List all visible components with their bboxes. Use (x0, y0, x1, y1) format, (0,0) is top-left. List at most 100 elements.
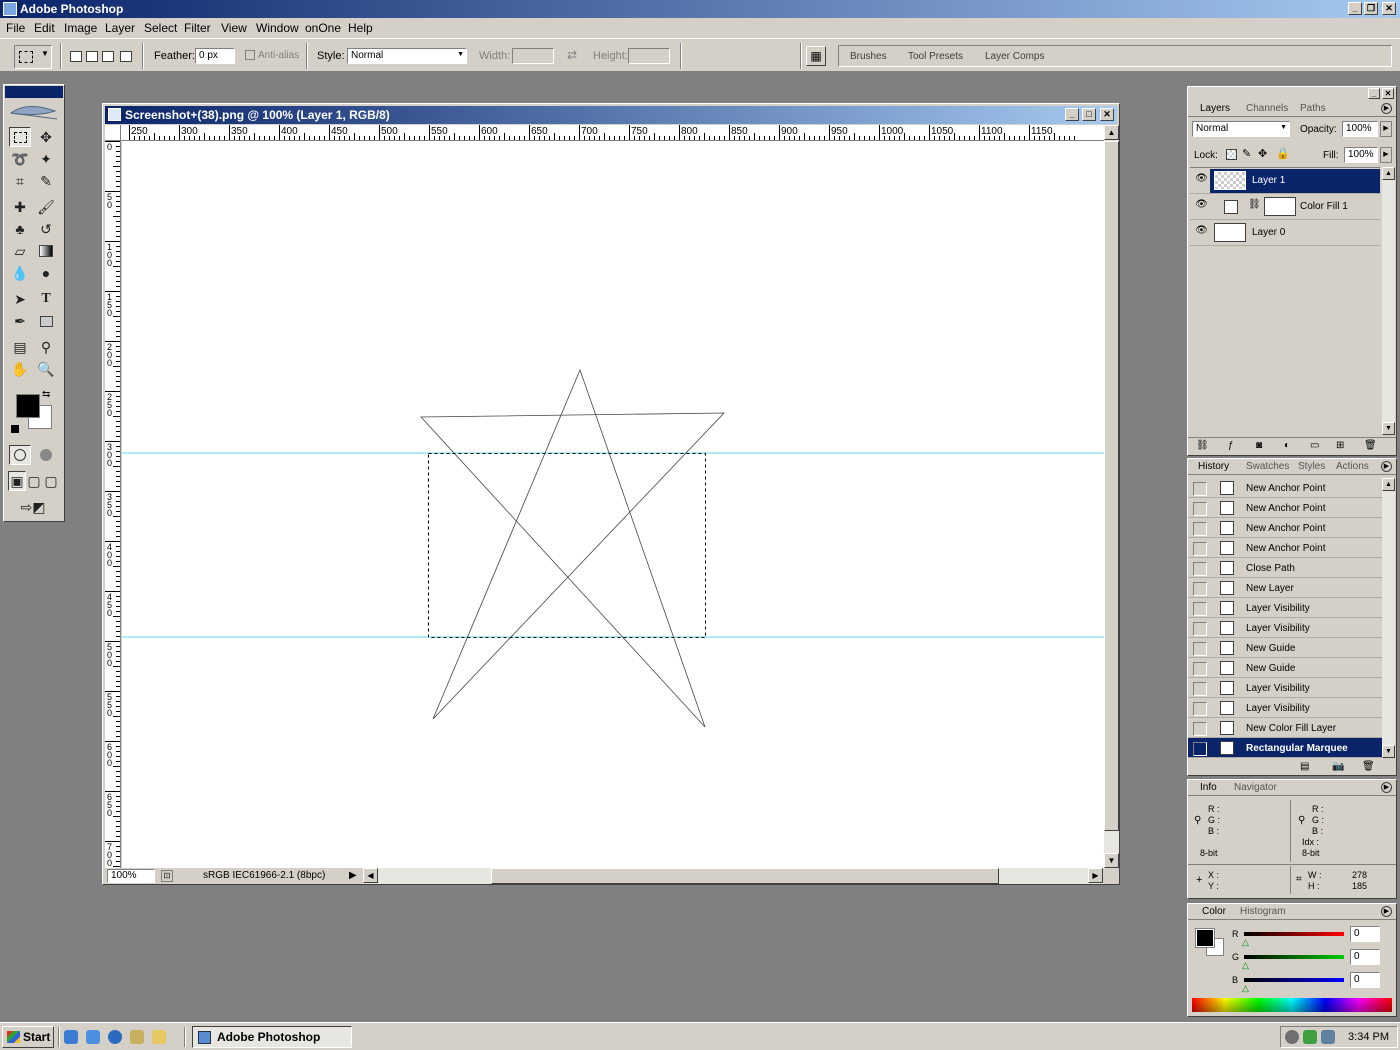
foreground-color-swatch-front[interactable] (16, 394, 40, 418)
antialias-checkbox[interactable] (245, 50, 255, 60)
tab-swatches[interactable]: Swatches (1246, 461, 1289, 472)
history-item[interactable]: Layer Visibility (1188, 698, 1382, 718)
blue-value-input[interactable]: 0 (1350, 972, 1380, 988)
vertical-scrollbar[interactable]: ▲ ▼ (1104, 125, 1119, 868)
history-item[interactable]: New Anchor Point (1188, 538, 1382, 558)
well-tab-tool-presets[interactable]: Tool Presets (908, 51, 963, 62)
link-layers-icon[interactable]: ⛓ (1196, 440, 1209, 451)
document-canvas[interactable] (122, 141, 1104, 868)
red-slider[interactable] (1244, 932, 1344, 936)
history-item[interactable]: New Guide (1188, 638, 1382, 658)
menu-edit[interactable]: Edit (34, 21, 55, 35)
pen-tool-icon[interactable]: ✒ (9, 311, 31, 331)
intersect-selection-icon[interactable] (120, 51, 132, 62)
gradient-tool-icon[interactable] (35, 241, 57, 261)
history-brush-tool-icon[interactable]: ↺ (35, 219, 57, 239)
minimize-icon[interactable]: _ (1348, 2, 1362, 15)
jump-to-imageready-icon[interactable]: ⇨◩ (9, 497, 57, 517)
fill-slider-arrow-icon[interactable]: ▶ (1380, 147, 1392, 163)
layer-row-color-fill-1[interactable]: 👁 ⛓ Color Fill 1 (1190, 194, 1380, 220)
folder-icon[interactable] (152, 1030, 166, 1044)
notes-tool-icon[interactable]: ▤ (9, 337, 31, 357)
tab-info[interactable]: Info (1200, 782, 1217, 793)
doc-maximize-icon[interactable]: □ (1082, 108, 1096, 121)
new-group-icon[interactable]: ▭ (1310, 440, 1319, 451)
history-item[interactable]: New Anchor Point (1188, 478, 1382, 498)
history-source-checkbox[interactable] (1193, 642, 1207, 656)
layers-scrollbar[interactable]: ▲ ▼ (1382, 167, 1395, 435)
add-mask-icon[interactable]: ◙ (1256, 440, 1262, 451)
palette-menu-icon[interactable]: ▶ (1381, 906, 1392, 917)
color-spectrum-ramp[interactable] (1192, 998, 1392, 1012)
history-source-checkbox[interactable] (1193, 682, 1207, 696)
palette-menu-icon[interactable]: ▶ (1381, 461, 1392, 472)
hand-tool-icon[interactable]: ✋ (9, 359, 31, 379)
document-title-bar[interactable]: Screenshot+(38).png @ 100% (Layer 1, RGB… (105, 106, 1117, 124)
opacity-slider-arrow-icon[interactable]: ▶ (1380, 121, 1392, 137)
blue-slider[interactable] (1244, 978, 1344, 982)
layer-style-icon[interactable]: ƒ (1228, 440, 1234, 451)
doc-minimize-icon[interactable]: _ (1065, 108, 1079, 121)
history-item[interactable]: New Anchor Point (1188, 518, 1382, 538)
rectangle-tool-icon[interactable] (35, 311, 57, 331)
add-selection-icon[interactable] (86, 51, 98, 62)
menu-onone[interactable]: onOne (305, 21, 341, 35)
eraser-tool-icon[interactable]: ▱ (9, 241, 31, 261)
tab-paths[interactable]: Paths (1300, 103, 1326, 114)
new-selection-icon[interactable] (70, 51, 82, 62)
full-screen-menu-mode-icon[interactable]: ▢ (25, 471, 43, 491)
lock-all-icon[interactable]: 🔒 (1276, 147, 1290, 160)
slice-tool-icon[interactable]: ✎ (35, 171, 57, 191)
scroll-up-icon[interactable]: ▲ (1382, 478, 1395, 491)
palette-menu-icon[interactable]: ▶ (1381, 782, 1392, 793)
palette-menu-icon[interactable]: ▶ (1381, 103, 1392, 114)
show-desktop-icon[interactable] (86, 1030, 100, 1044)
media-player-icon[interactable] (108, 1030, 122, 1044)
menu-view[interactable]: View (221, 21, 247, 35)
green-value-input[interactable]: 0 (1350, 949, 1380, 965)
visibility-eye-icon[interactable]: 👁 (1194, 225, 1209, 240)
scroll-down-icon[interactable]: ▼ (1104, 853, 1119, 868)
horizontal-ruler[interactable]: 250 300 350 400 450 500 550 600 650 700 750 800 850 9… (121, 125, 1107, 141)
link-chain-icon[interactable]: ⛓ (1248, 199, 1261, 210)
green-slider-thumb[interactable]: △ (1242, 960, 1249, 971)
move-tool-icon[interactable]: ✥ (35, 127, 57, 147)
style-select[interactable]: Normal ▼ (347, 48, 467, 64)
history-source-checkbox[interactable] (1193, 742, 1207, 756)
fill-input[interactable]: 100% (1344, 147, 1378, 163)
history-source-checkbox[interactable] (1193, 662, 1207, 676)
vertical-ruler[interactable]: 0 50 100 150 200 250 300 350 400 450 500 550 600 650 7… (105, 141, 121, 868)
tab-layers[interactable]: Layers (1200, 103, 1230, 114)
blend-mode-select[interactable]: Normal ▼ (1192, 121, 1290, 137)
delete-state-icon[interactable]: 🗑 (1362, 761, 1375, 772)
magic-wand-tool-icon[interactable]: ✦ (35, 149, 57, 169)
history-item[interactable]: New Color Fill Layer (1188, 718, 1382, 738)
history-item[interactable]: Close Path (1188, 558, 1382, 578)
quick-launch-icon[interactable] (130, 1030, 144, 1044)
palette-toggle-icon[interactable]: ▦ (806, 46, 826, 66)
visibility-eye-icon[interactable]: 👁 (1194, 199, 1209, 214)
tab-color[interactable]: Color (1202, 906, 1226, 917)
start-button[interactable]: Start (2, 1026, 54, 1048)
horizontal-scroll-thumb[interactable] (491, 868, 999, 884)
swap-colors-icon[interactable]: ⇆ (42, 389, 50, 400)
history-source-checkbox[interactable] (1193, 722, 1207, 736)
feather-input[interactable]: 0 px (195, 48, 235, 64)
tab-histogram[interactable]: Histogram (1240, 906, 1286, 917)
history-source-checkbox[interactable] (1193, 562, 1207, 576)
horizontal-scrollbar[interactable]: ◀ ▶ (363, 868, 1103, 884)
vertical-scroll-thumb[interactable] (1104, 141, 1119, 831)
menu-help[interactable]: Help (348, 21, 373, 35)
history-source-checkbox[interactable] (1193, 502, 1207, 516)
menu-filter[interactable]: Filter (184, 21, 211, 35)
palette-minimize-icon[interactable]: _ (1368, 88, 1380, 99)
history-source-checkbox[interactable] (1193, 702, 1207, 716)
tray-network-icon[interactable] (1303, 1030, 1317, 1044)
delete-layer-icon[interactable]: 🗑 (1364, 440, 1377, 451)
status-menu-arrow-icon[interactable]: ▶ (349, 870, 357, 881)
standard-screen-mode-icon[interactable]: ▣ (8, 471, 26, 491)
green-slider[interactable] (1244, 955, 1344, 959)
quick-mask-mode-icon[interactable] (35, 445, 57, 465)
scroll-left-icon[interactable]: ◀ (363, 868, 378, 883)
history-item[interactable]: Rectangular Marquee (1188, 738, 1382, 758)
